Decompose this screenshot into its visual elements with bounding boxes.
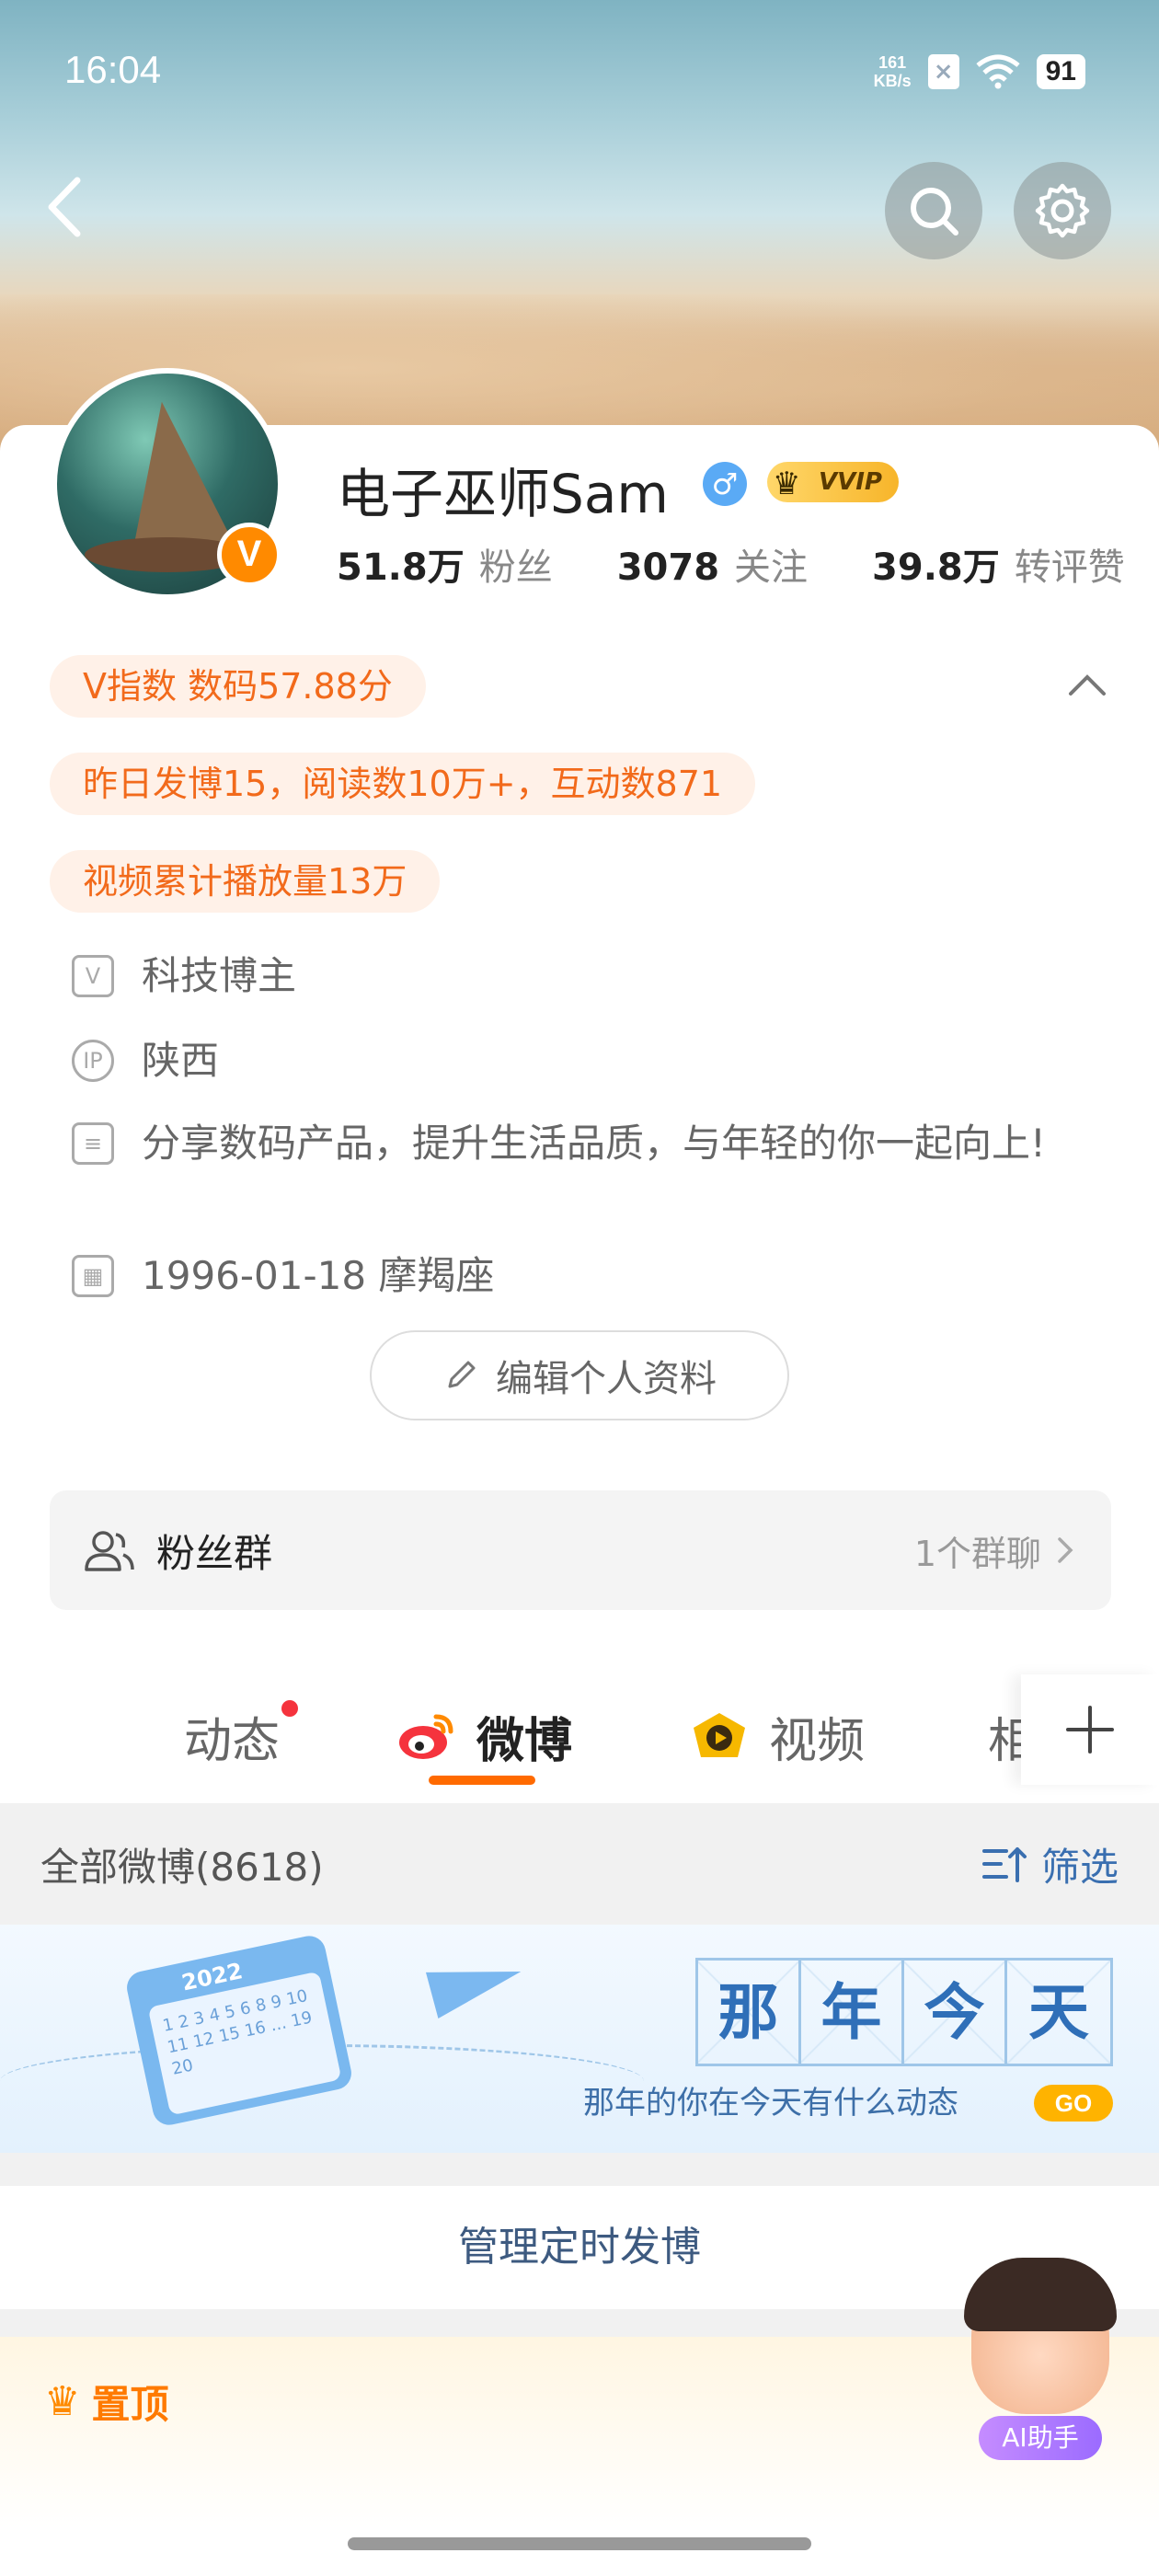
stat-label: 粉丝 [478, 546, 553, 589]
chevron-left-icon [48, 177, 81, 237]
title-char: 那 [698, 1961, 801, 2064]
on-this-day-banner[interactable]: 2022 1 2 3 4 5 6 8 9 10 11 12 15 16 ... … [0, 1925, 1159, 2153]
info-row-birthday: ▦ 1996-01-18 摩羯座 [72, 1251, 1117, 1301]
profile-name: 电子巫师Sam [337, 463, 669, 525]
search-button[interactable] [885, 162, 982, 259]
stat-value: 3078 [616, 546, 720, 589]
info-category-text: 科技博主 [142, 953, 297, 998]
verified-badge: V [217, 523, 281, 587]
filter-sort-icon [981, 1847, 1027, 1882]
plus-icon [1066, 1706, 1114, 1754]
info-birthday-text: 1996-01-18 摩羯座 [142, 1253, 495, 1298]
edit-profile-button[interactable]: 编辑个人资料 [370, 1330, 789, 1420]
profile-stats: 51.8万 粉丝 3078 关注 39.8万 转评赞 [337, 537, 1125, 591]
calendar-page: 1 2 3 4 5 6 8 9 10 11 12 15 16 ... 19 20 [147, 1971, 342, 2116]
info-row-category: V 科技博主 [72, 951, 1117, 1001]
settings-button[interactable] [1014, 162, 1111, 259]
active-tab-underline [429, 1776, 535, 1785]
stat-value: 51.8万 [337, 546, 465, 589]
sim-off-icon: × [927, 54, 959, 89]
stat-label: 转评赞 [1014, 546, 1125, 589]
info-location-text: 陕西 [142, 1038, 220, 1083]
fans-group-label: 粉丝群 [156, 1530, 273, 1576]
fans-group-row[interactable]: 粉丝群 1个群聊 [50, 1490, 1111, 1610]
fans-group-count: 1个群聊 [913, 1533, 1041, 1574]
pinned-text: 置顶 [91, 2382, 169, 2427]
stat-fans[interactable]: 51.8万 粉丝 [337, 537, 553, 591]
tab-weibo[interactable]: 微博 [396, 1702, 572, 1771]
verified-shield-icon: V [72, 955, 114, 997]
crown-icon: ♛ [44, 2378, 81, 2425]
yesterday-stats-pill[interactable]: 昨日发博15，阅读数10万+，互动数871 [50, 753, 756, 815]
ai-assistant-button[interactable]: AI助手 [958, 2258, 1124, 2478]
tab-label: 视频 [769, 1714, 866, 1769]
battery-icon: 91 [1036, 54, 1085, 89]
stat-label: 关注 [734, 546, 809, 589]
title-char: 年 [801, 1961, 904, 2064]
on-this-day-title: 那 年 今 天 [695, 1958, 1113, 2066]
all-weibo-count[interactable]: 全部微博(8618) [40, 1836, 324, 1892]
calendar-icon: ▦ [72, 1255, 114, 1297]
home-indicator[interactable] [348, 2537, 811, 2550]
ip-icon: IP [72, 1040, 114, 1082]
stat-likes[interactable]: 39.8万 转评赞 [872, 537, 1125, 591]
back-button[interactable] [40, 175, 96, 239]
document-icon: ≡ [72, 1122, 114, 1165]
title-char: 天 [1007, 1961, 1110, 2064]
filter-label: 筛选 [1040, 1844, 1119, 1890]
v-index-pill[interactable]: V指数 数码57.88分 [50, 655, 426, 718]
weibo-filter-bar: 全部微博(8618) 筛选 [0, 1803, 1159, 1925]
info-row-bio: ≡ 分享数码产品，提升生活品质，与年轻的你一起向上! [72, 1119, 1117, 1168]
stat-value: 39.8万 [872, 546, 1000, 589]
status-time: 16:04 [64, 48, 162, 91]
notification-dot [281, 1700, 298, 1717]
vvip-badge[interactable]: ♛ VVIP [767, 462, 899, 502]
collapse-chevron-up-icon[interactable] [1067, 664, 1107, 705]
ai-assistant-label: AI助手 [979, 2416, 1102, 2460]
banner-subtitle: 那年的你在今天有什么动态 [583, 2085, 958, 2122]
pencil-icon [448, 1361, 476, 1388]
tab-dynamics[interactable]: 动态 [184, 1702, 280, 1771]
pinned-label: ♛ 置顶 [44, 2374, 168, 2430]
stat-following[interactable]: 3078 关注 [617, 537, 808, 591]
weibo-icon [399, 1714, 453, 1759]
net-speed-unit: KB/s [873, 72, 912, 90]
go-button[interactable]: GO [1034, 2085, 1113, 2122]
profile-tabs: 动态 微博 视频 相 [0, 1674, 1159, 1803]
paper-plane-icon [425, 1948, 528, 2019]
video-play-icon [694, 1712, 745, 1757]
net-speed: 161 KB/s [874, 53, 912, 90]
tab-video[interactable]: 视频 [690, 1702, 865, 1771]
gender-male-icon: ♂ [703, 462, 747, 506]
vvip-label: VVIP [819, 468, 882, 496]
crown-icon: ♛ [773, 466, 801, 502]
wifi-icon [976, 54, 1020, 89]
add-tab-button[interactable] [1021, 1674, 1159, 1785]
info-bio-text: 分享数码产品，提升生活品质，与年轻的你一起向上! [142, 1121, 1046, 1166]
status-icons: 161 KB/s × 91 [874, 53, 1085, 90]
filter-button[interactable]: 筛选 [981, 1836, 1119, 1892]
tab-label: 微博 [476, 1714, 573, 1769]
tab-label: 动态 [184, 1714, 281, 1769]
info-row-location: IP 陕西 [72, 1036, 1117, 1086]
search-icon [911, 188, 958, 236]
edit-profile-label: 编辑个人资料 [496, 1358, 717, 1400]
title-char: 今 [904, 1961, 1007, 2064]
ai-avatar-hair [964, 2258, 1117, 2331]
chevron-right-icon [1058, 1537, 1073, 1563]
people-icon [85, 1531, 134, 1571]
net-speed-value: 161 [878, 53, 907, 72]
gear-icon [1035, 183, 1090, 238]
video-plays-pill[interactable]: 视频累计播放量13万 [50, 850, 441, 913]
section-divider [0, 2153, 1159, 2186]
avatar-hat [111, 395, 233, 555]
